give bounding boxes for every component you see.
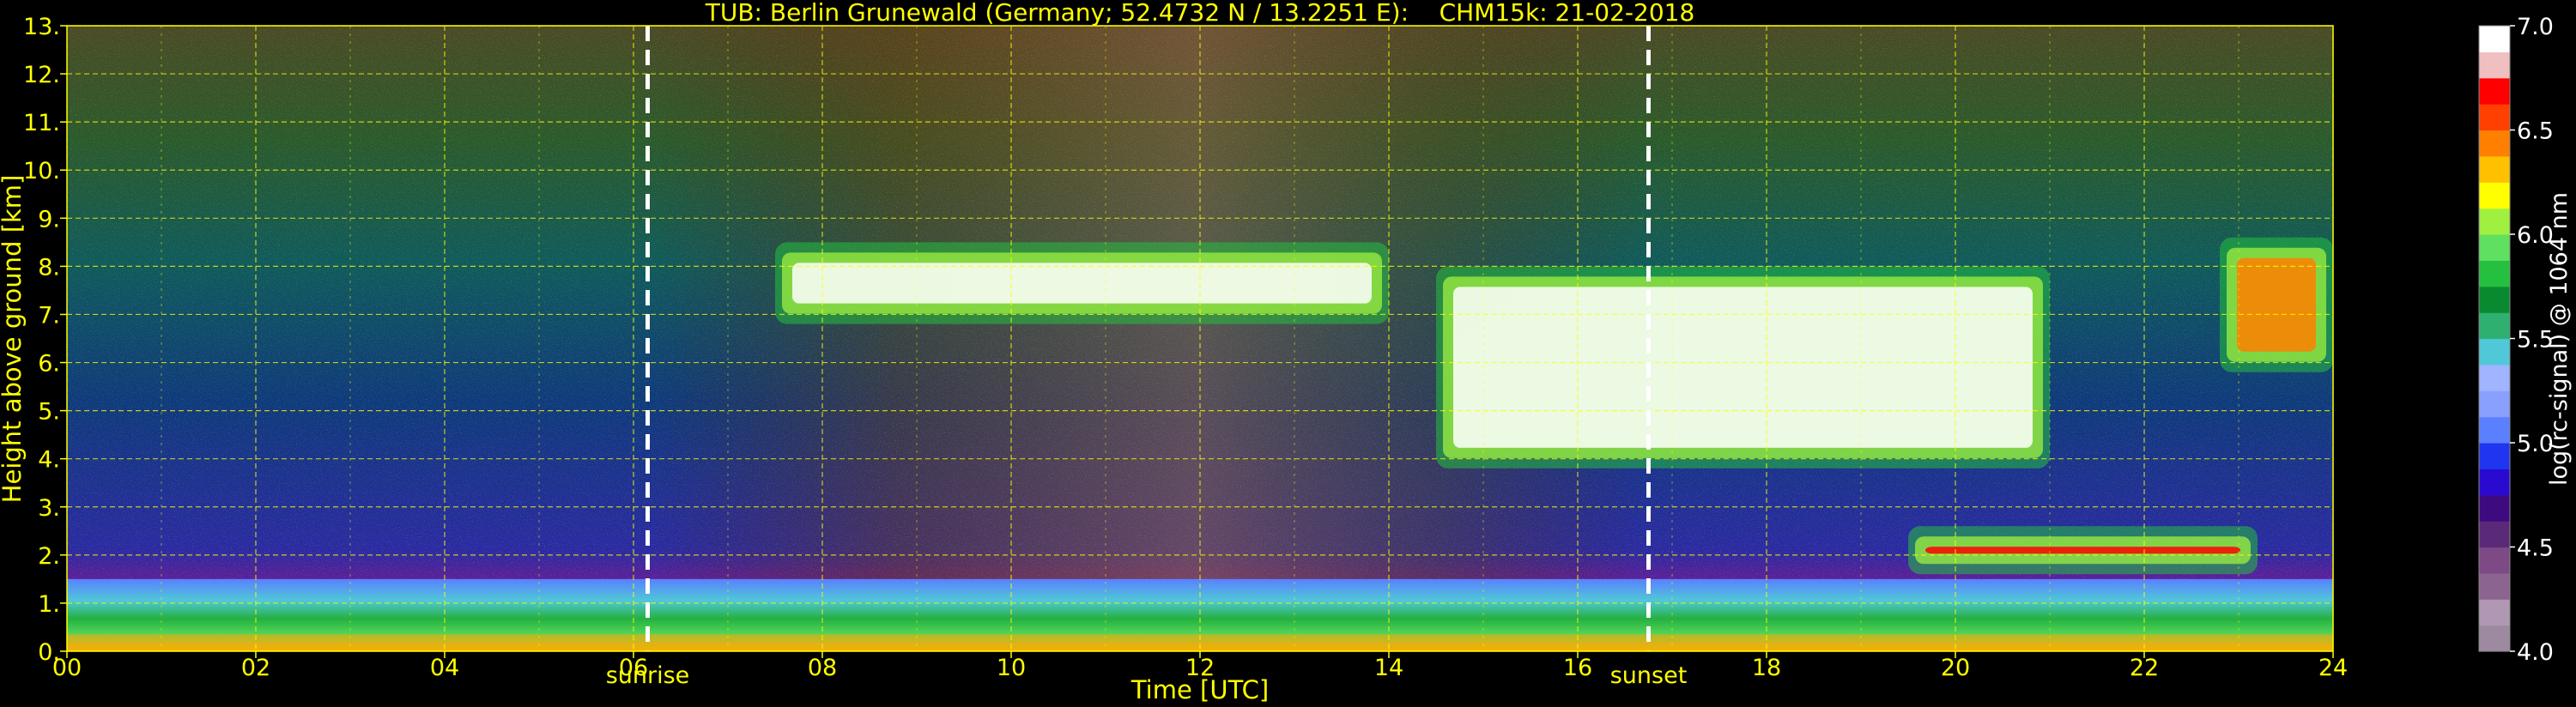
x-tick-label: 18 (1752, 655, 1781, 681)
cloud-core (2237, 257, 2316, 352)
cloud-feature (1436, 266, 2050, 468)
x-tick-label: 16 (1563, 655, 1592, 681)
cloud-feature (1908, 526, 2258, 575)
y-tick-label: 9. (38, 206, 60, 233)
y-tick-label: 3. (38, 495, 60, 522)
y-tick-label: 6. (38, 351, 60, 378)
colorbar-tick-label: 7.0 (2517, 14, 2554, 40)
colorbar-tick-label: 6.5 (2517, 118, 2554, 145)
colorbar-segment (2479, 521, 2510, 548)
colorbar-segment (2479, 155, 2510, 183)
y-axis-title: Height above ground [km] (0, 175, 27, 504)
colorbar-segment (2479, 390, 2510, 418)
colorbar-segment (2479, 416, 2510, 444)
y-tick-label: 8. (38, 254, 60, 281)
x-tick-label: 10 (997, 655, 1026, 681)
colorbar-segment (2479, 599, 2510, 626)
colorbar-segment (2479, 364, 2510, 391)
chart-title: TUB: Berlin Grunewald (Germany; 52.4732 … (705, 0, 1695, 27)
y-tick-label: 2. (38, 543, 60, 570)
cloud-feature (2220, 237, 2333, 372)
colorbar-segment (2479, 547, 2510, 574)
colorbar-segment (2479, 77, 2510, 105)
colorbar-segment (2479, 494, 2510, 522)
y-tick-label: 12. (23, 62, 60, 88)
colorbar-label: log(rc-signal) @ 1064 nm (2546, 192, 2573, 486)
colorbar-segment (2479, 286, 2510, 313)
x-tick-label: 24 (2318, 655, 2348, 681)
sun-marker-label: sunrise (606, 662, 690, 689)
x-tick-label: 04 (430, 655, 459, 681)
sun-marker-label: sunset (1610, 662, 1688, 689)
colorbar-segment (2479, 468, 2510, 496)
heatmap-plot-area (67, 26, 2333, 651)
colorbar-segment (2479, 443, 2510, 469)
lidar-figure: 00 02 04 06 08 10 12 14 16 18 20 22 24 0.1.2.3.4.5.6… (0, 0, 2576, 707)
y-tick-label: 4. (38, 447, 60, 474)
colorbar-tick-label: 4.0 (2517, 639, 2554, 666)
x-tick-label: 20 (1941, 655, 1970, 681)
y-tick-label: 7. (38, 302, 60, 329)
cloud-feature (775, 242, 1389, 324)
y-tick-label: 1. (38, 591, 60, 618)
colorbar-segment (2479, 338, 2510, 366)
colorbar-segment (2479, 234, 2510, 261)
cloud-core (1925, 547, 2240, 554)
colorbar-segment (2479, 130, 2510, 157)
y-tick-label: 13. (23, 14, 60, 40)
x-tick-label: 08 (808, 655, 837, 681)
colorbar-segment (2479, 104, 2510, 131)
y-tick-label: 0. (38, 639, 60, 666)
colorbar-segment (2479, 572, 2510, 600)
colorbar-segment (2479, 51, 2510, 79)
colorbar-segment (2479, 312, 2510, 340)
cloud-core (792, 263, 1372, 304)
y-tick-label: 5. (38, 399, 60, 426)
colorbar-segment (2479, 26, 2510, 52)
x-tick-label: 14 (1374, 655, 1403, 681)
x-tick-label: 22 (2130, 655, 2159, 681)
colorbar-segment (2479, 182, 2510, 209)
x-tick-label: 02 (241, 655, 270, 681)
colorbar (2478, 25, 2511, 652)
colorbar-segment (2479, 208, 2510, 235)
colorbar-segment (2479, 625, 2510, 652)
y-tick-label: 10. (23, 158, 60, 184)
y-tick-label: 11. (23, 110, 60, 136)
cloud-core (1453, 287, 2033, 448)
colorbar-segment (2479, 260, 2510, 287)
colorbar-tick-label: 4.5 (2517, 535, 2554, 562)
x-axis-title: Time [UTC] (1130, 675, 1269, 704)
